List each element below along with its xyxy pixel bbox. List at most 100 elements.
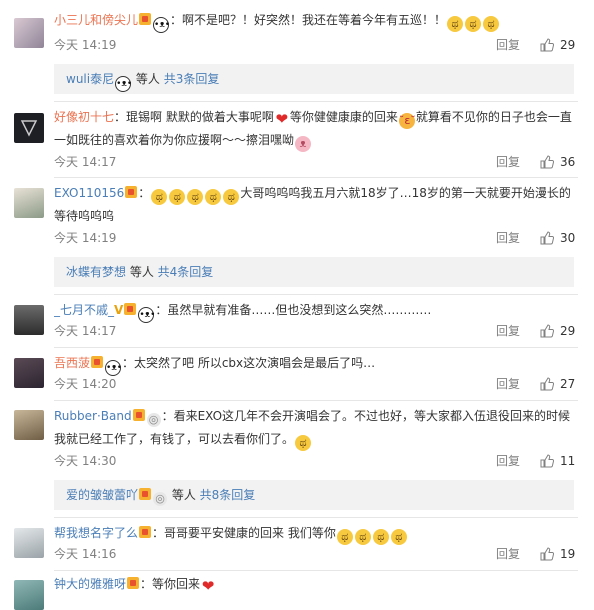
comment-username[interactable]: _七月不戚_: [54, 303, 114, 317]
reply-button[interactable]: 回复: [496, 453, 520, 469]
comment-username[interactable]: 钟大的雅雅呀: [54, 577, 126, 591]
like-count: 36: [560, 155, 576, 169]
comment-time: 今天 14:20: [54, 377, 117, 391]
sub-reply-user[interactable]: 冰蝶有梦想: [66, 265, 126, 279]
comment-text: ：等你回来: [140, 577, 201, 591]
like-count: 11: [560, 454, 576, 468]
crying-emoji-icon: ಥ: [151, 189, 168, 205]
comment-username[interactable]: 好像初十七: [54, 110, 114, 124]
comment-text: ：啊不是吧？！好突然！我还在等着今年有五巡！！: [170, 13, 447, 27]
sub-reply-count-link[interactable]: 共3条回复: [164, 72, 220, 86]
sub-reply-count-link[interactable]: 共8条回复: [200, 488, 256, 502]
panda-emoji-icon: •ᴥ•: [138, 307, 155, 323]
crying-emoji-icon: ಥ: [295, 435, 312, 451]
divider: [54, 101, 578, 102]
sub-reply-text: 等人: [126, 265, 158, 279]
like-button[interactable]: 30: [540, 230, 575, 246]
crying-emoji-icon: ಥ: [390, 529, 407, 545]
comment-username[interactable]: 吾西菠: [54, 356, 90, 370]
avatar[interactable]: [14, 580, 44, 610]
reply-button[interactable]: 回复: [496, 546, 520, 562]
like-button[interactable]: 29: [540, 323, 575, 339]
panda-emoji-icon: •ᴥ•: [115, 76, 132, 92]
thumbs-up-icon: [540, 38, 554, 52]
avatar[interactable]: [14, 528, 44, 558]
crying-emoji-icon: ಥ: [465, 16, 482, 32]
crying-emoji-icon: ಥ: [483, 16, 500, 32]
heart-emoji-icon: ❤: [201, 577, 215, 595]
blush-emoji-icon: ˘ε˘: [398, 113, 416, 129]
crying-emoji-icon: ಥ: [187, 189, 204, 205]
comment-username[interactable]: Rubber·Band: [54, 409, 132, 423]
avatar[interactable]: [14, 113, 44, 143]
divider: [54, 570, 578, 571]
like-count: 19: [560, 547, 576, 561]
crying-emoji-icon: ಥ: [205, 189, 222, 205]
avatar[interactable]: [14, 358, 44, 388]
comment-text: ：哥哥要平安健康的回来 我们等你: [152, 526, 336, 540]
panda-emoji-icon: •ᴥ•: [153, 17, 170, 33]
sub-reply-user[interactable]: 爱的皱皱蕾吖: [66, 488, 138, 502]
avatar[interactable]: [14, 18, 44, 48]
like-button[interactable]: 36: [540, 154, 575, 170]
divider: [54, 517, 578, 518]
vip-badge-icon: [132, 409, 145, 421]
comment-text: ：太突然了吧 所以cbx这次演唱会是最后了吗…: [122, 356, 376, 370]
thumbs-up-icon: [540, 377, 554, 391]
ring-emoji-icon: ◎: [146, 413, 161, 427]
vip-badge-icon: [139, 526, 152, 538]
thumbs-up-icon: [540, 231, 554, 245]
divider: [54, 400, 578, 401]
vip-badge-icon: [127, 577, 140, 589]
sub-reply-summary[interactable]: 冰蝶有梦想 等人 共4条回复: [54, 257, 574, 287]
reply-button[interactable]: 回复: [496, 323, 520, 339]
sub-reply-summary[interactable]: wuli泰尼 •ᴥ• 等人 共3条回复: [54, 64, 574, 94]
like-count: 29: [560, 324, 576, 338]
divider: [54, 347, 578, 348]
panda-emoji-icon: •ᴥ•: [105, 360, 122, 376]
reply-button[interactable]: 回复: [496, 230, 520, 246]
logo-icon: [20, 120, 38, 137]
comment-text: ：虽然早就有准备……但也没想到这么突然…………: [155, 303, 432, 317]
comment-username[interactable]: 帮我想名字了么: [54, 526, 138, 540]
vip-badge-icon: [91, 356, 104, 368]
divider: [54, 177, 578, 178]
like-button[interactable]: 19: [540, 546, 575, 562]
verified-v-icon: V: [114, 303, 124, 317]
reply-button[interactable]: 回复: [496, 376, 520, 392]
sub-reply-user[interactable]: wuli泰尼: [66, 72, 114, 86]
like-button[interactable]: 29: [540, 37, 575, 53]
heart-emoji-icon: ❤: [275, 110, 289, 128]
comment-time: 今天 14:19: [54, 231, 117, 245]
comment-username[interactable]: 小三儿和傍尖儿: [54, 13, 138, 27]
comment-time: 今天 14:30: [54, 454, 117, 468]
crying-emoji-icon: ಥ: [447, 16, 464, 32]
avatar[interactable]: [14, 188, 44, 218]
like-button[interactable]: 27: [540, 376, 575, 392]
comment-time: 今天 14:19: [54, 38, 117, 52]
crying-emoji-icon: ಥ: [169, 189, 186, 205]
like-button[interactable]: 11: [540, 453, 575, 469]
vip-badge-icon: [124, 303, 137, 315]
thumbs-up-icon: [540, 547, 554, 561]
pig-emoji-icon: ᴥ: [295, 136, 312, 152]
sub-reply-text: 等人: [132, 72, 164, 86]
avatar[interactable]: [14, 305, 44, 335]
comment-text: ：琨锡啊 默默的做着大事呢啊: [114, 110, 274, 124]
crying-emoji-icon: ಥ: [336, 529, 353, 545]
avatar[interactable]: [14, 410, 44, 440]
reply-button[interactable]: 回复: [496, 37, 520, 53]
sub-reply-text: 等人: [168, 488, 200, 502]
comment-username[interactable]: EXO110156: [54, 186, 124, 200]
comment-text: ：: [138, 186, 151, 200]
thumbs-up-icon: [540, 454, 554, 468]
reply-button[interactable]: 回复: [496, 154, 520, 170]
ring-emoji-icon: ◎: [153, 492, 168, 506]
sub-reply-count-link[interactable]: 共4条回复: [158, 265, 214, 279]
like-count: 27: [560, 377, 576, 391]
sub-reply-summary[interactable]: 爱的皱皱蕾吖 ◎ 等人 共8条回复: [54, 480, 574, 510]
crying-emoji-icon: ಥ: [354, 529, 371, 545]
comment-time: 今天 14:17: [54, 324, 117, 338]
comment-text: 等你健健康康的回来: [289, 110, 398, 124]
divider: [54, 294, 578, 295]
